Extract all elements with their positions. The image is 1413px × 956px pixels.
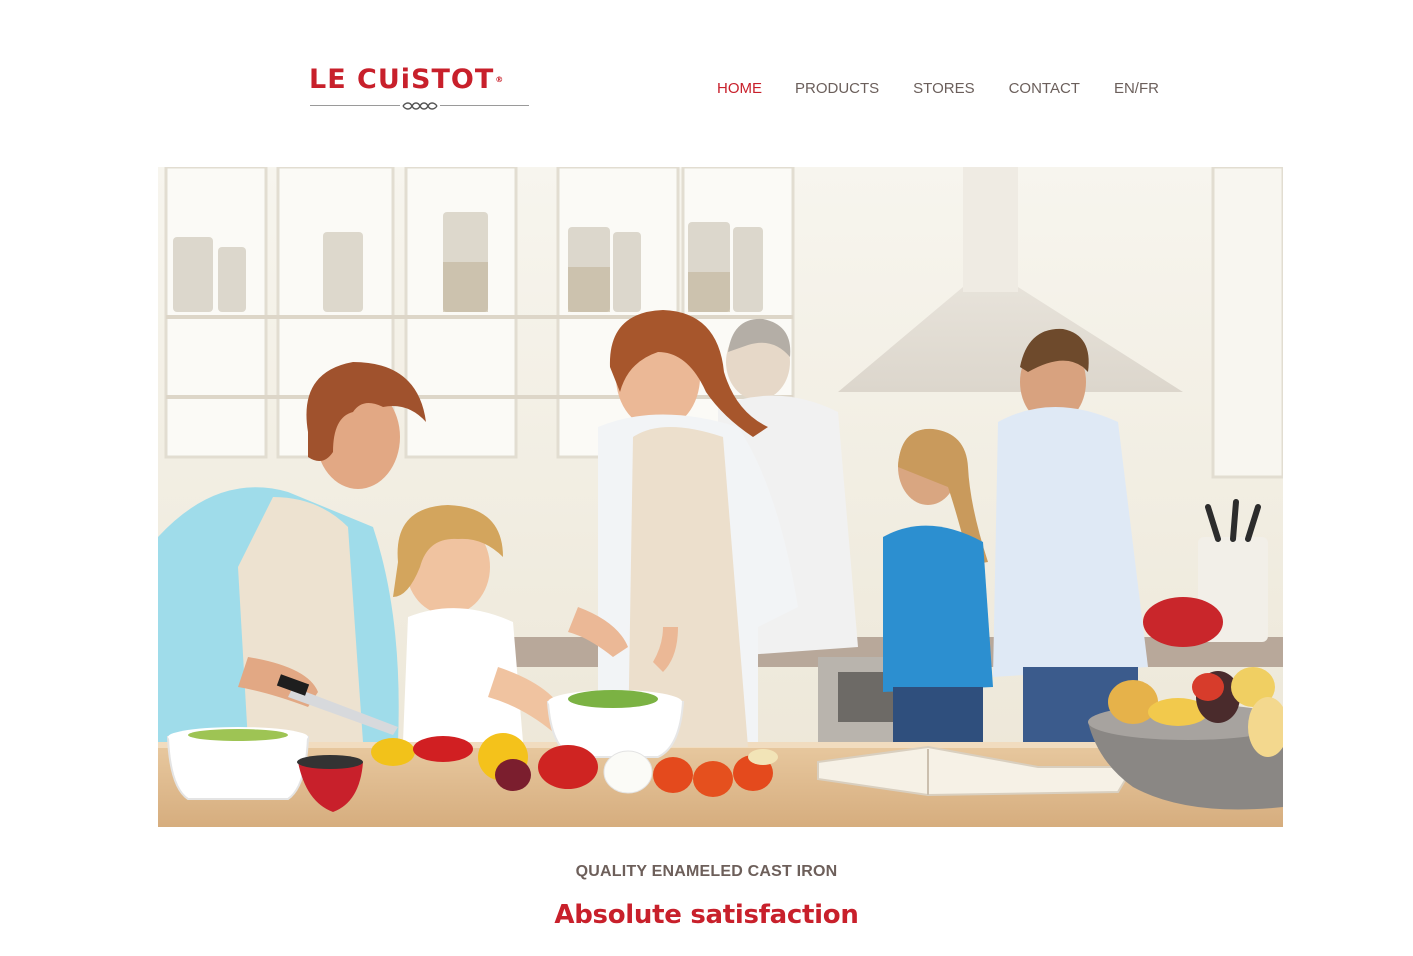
nav-contact[interactable]: CONTACT <box>1009 78 1080 100</box>
hero-image <box>158 167 1283 827</box>
tagline: QUALITY ENAMELED CAST IRON <box>575 863 838 880</box>
nav-stores[interactable]: STORES <box>913 78 974 100</box>
main-nav: HOME PRODUCTS STORES CONTACT EN/FR <box>717 78 1159 100</box>
brand-wordmark: LE CUiSTOT® <box>309 64 505 95</box>
nav-home[interactable]: HOME <box>717 78 762 100</box>
page: LE CUiSTOT® HOME PRODUCTS STORES CONTACT… <box>0 0 1413 956</box>
brand-logo[interactable]: LE CUiSTOT® <box>309 64 531 114</box>
nav-products[interactable]: PRODUCTS <box>795 78 879 100</box>
logo-flourish-icon <box>400 102 440 110</box>
nav-language-toggle[interactable]: EN/FR <box>1114 78 1159 100</box>
family-cooking-photo-icon <box>158 167 1283 827</box>
headline: Absolute satisfaction <box>554 900 859 930</box>
